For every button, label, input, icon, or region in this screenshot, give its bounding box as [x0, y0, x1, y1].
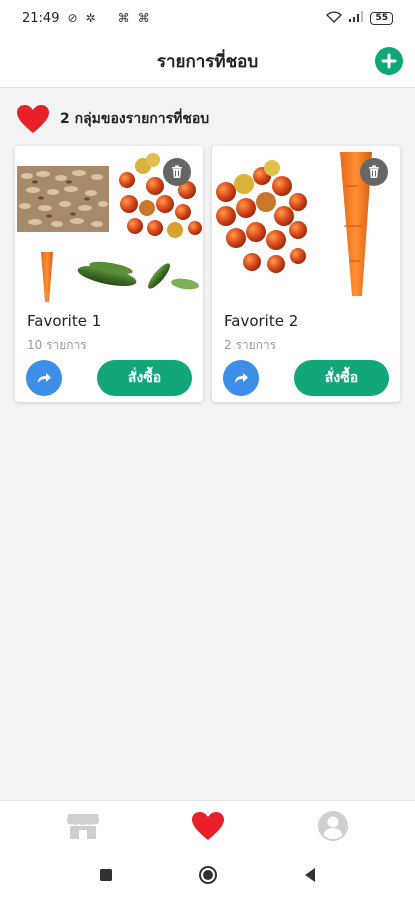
trash-icon [369, 165, 379, 178]
favorite-card[interactable]: Favorite 1 10 รายการ สั่งซื้อ [15, 146, 203, 402]
home-button[interactable] [190, 857, 226, 893]
profile-icon [317, 810, 348, 841]
status-bar-left: 21:49 ⊘ ✲ ⌘ ⌘ [22, 11, 150, 26]
peanuts-image [17, 166, 109, 232]
back-icon [304, 868, 315, 882]
home-icon [198, 866, 217, 884]
back-button[interactable] [292, 857, 328, 893]
status-bar-right: 55 [326, 10, 393, 26]
favorites-summary: 2 กลุ่มของรายการที่ชอบ [16, 104, 209, 134]
status-time: 21:49 [22, 10, 60, 26]
wifi-icon [326, 10, 343, 26]
system-nav-bar [0, 850, 415, 900]
plus-circle-icon [381, 53, 397, 69]
store-icon [66, 813, 99, 839]
recent-apps-icon [99, 869, 112, 881]
favorites-group-count: 2 กลุ่มของรายการที่ชอบ [60, 111, 210, 127]
favorite-card[interactable]: Favorite 2 2 รายการ สั่งซื้อ [212, 146, 400, 402]
app-icon: ⌘ [137, 11, 150, 25]
favorite-card-count: 10 รายการ [27, 338, 87, 352]
app-icon: ⌘ [117, 11, 130, 25]
delete-card-button[interactable] [163, 158, 191, 186]
heart-icon [16, 104, 50, 134]
delete-card-button[interactable] [360, 158, 388, 186]
share-button[interactable] [26, 360, 62, 396]
favorite-card-name: Favorite 2 [224, 312, 299, 330]
favorite-card-name: Favorite 1 [27, 312, 102, 330]
status-bar: 21:49 ⊘ ✲ ⌘ ⌘ 55 [0, 0, 415, 36]
heart-icon [191, 811, 224, 840]
page-title: รายการที่ชอบ [156, 52, 259, 72]
share-button[interactable] [223, 360, 259, 396]
bottom-tab-bar [0, 800, 415, 850]
order-button[interactable]: สั่งซื้อ [97, 360, 192, 396]
tab-store[interactable] [53, 804, 113, 848]
tab-favorites[interactable] [178, 804, 238, 848]
gear-icon: ✲ [85, 11, 96, 25]
recent-apps-button[interactable] [88, 857, 124, 893]
add-favorite-group-button[interactable] [375, 47, 403, 75]
order-button[interactable]: สั่งซื้อ [294, 360, 389, 396]
battery-icon: 55 [370, 11, 393, 25]
favorite-card-count: 2 รายการ [224, 338, 277, 352]
share-icon [38, 373, 51, 383]
share-icon [235, 373, 248, 383]
signal-icon [348, 10, 364, 26]
notification-off-icon: ⊘ [67, 11, 78, 25]
trash-icon [172, 165, 182, 178]
tab-profile[interactable] [303, 804, 363, 848]
app-header: รายการที่ชอบ [0, 36, 415, 88]
